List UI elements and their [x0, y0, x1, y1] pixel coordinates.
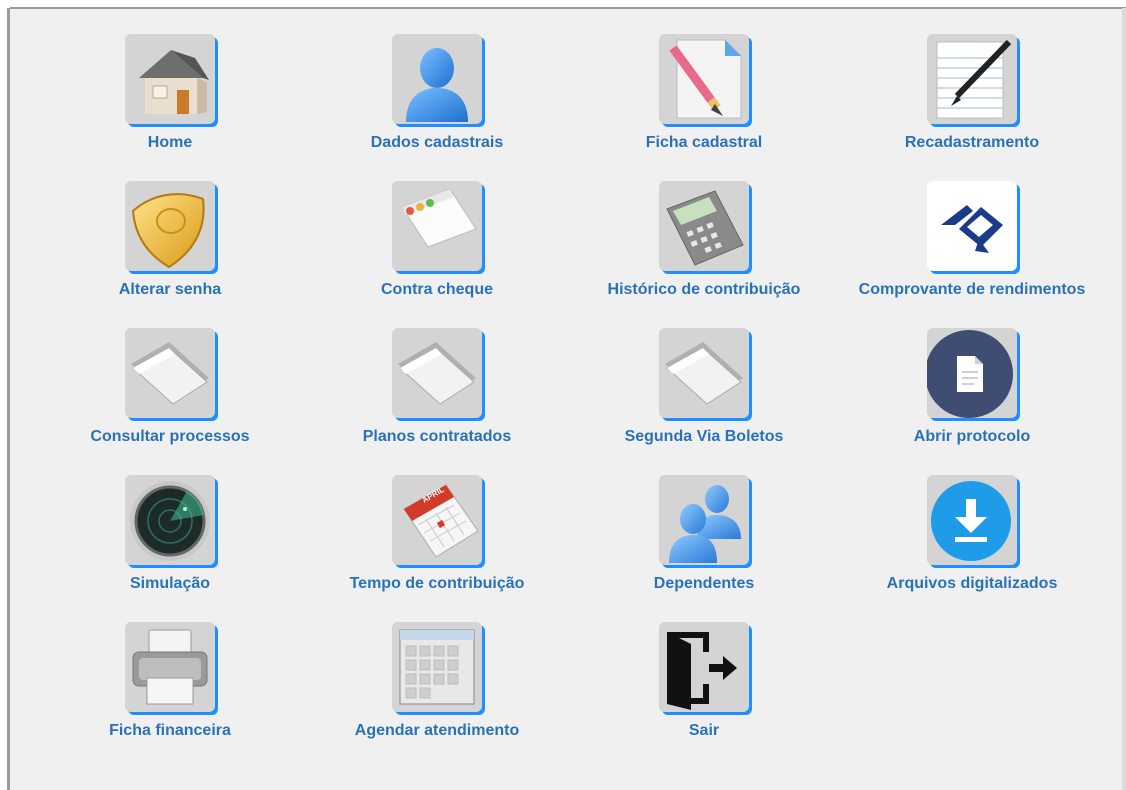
- menu-item-segunda-via-boletos[interactable]: Segunda Via Boletos: [574, 328, 834, 447]
- abrir-protocolo-label: Abrir protocolo: [913, 428, 1031, 445]
- folder-icon: [125, 328, 215, 418]
- ficha-financeira-label: Ficha financeira: [109, 722, 231, 739]
- window-top-border: [0, 0, 1126, 9]
- simulacao-label: Simulação: [129, 575, 211, 592]
- recadastramento-label: Recadastramento: [904, 134, 1040, 151]
- agendar-atendimento-label: Agendar atendimento: [354, 722, 520, 739]
- user-icon: [392, 34, 482, 124]
- menu-item-tempo-contribuicao[interactable]: APRIL Tempo de contribuição: [307, 475, 567, 594]
- shield-icon: [125, 181, 215, 271]
- document-icon: [927, 328, 1017, 418]
- download-icon: [927, 475, 1017, 565]
- receita-federal-icon: [927, 181, 1017, 271]
- window-icon: [392, 181, 482, 271]
- window-left-border: [0, 0, 10, 790]
- menu-item-dados-cadastrais[interactable]: Dados cadastrais: [307, 34, 567, 153]
- tempo-contribuicao-label: Tempo de contribuição: [349, 575, 525, 592]
- segunda-via-boletos-label: Segunda Via Boletos: [624, 428, 784, 445]
- menu-item-alterar-senha[interactable]: Alterar senha: [40, 181, 300, 300]
- historico-contribuicao-label: Histórico de contribuição: [607, 281, 801, 298]
- menu-item-arquivos-digitalizados[interactable]: Arquivos digitalizados: [842, 475, 1102, 594]
- edit-document-icon: [659, 34, 749, 124]
- menu-item-abrir-protocolo[interactable]: Abrir protocolo: [842, 328, 1102, 447]
- calculator-icon: [659, 181, 749, 271]
- printer-icon: [125, 622, 215, 712]
- dependentes-label: Dependentes: [653, 575, 755, 592]
- menu-item-ficha-cadastral[interactable]: Ficha cadastral: [574, 34, 834, 153]
- alterar-senha-label: Alterar senha: [118, 281, 222, 298]
- folder-icon: [392, 328, 482, 418]
- arquivos-digitalizados-label: Arquivos digitalizados: [886, 575, 1058, 592]
- planos-contratados-label: Planos contratados: [362, 428, 512, 445]
- menu-item-agendar-atendimento[interactable]: Agendar atendimento: [307, 622, 567, 741]
- menu-item-dependentes[interactable]: Dependentes: [574, 475, 834, 594]
- menu-item-simulacao[interactable]: Simulação: [40, 475, 300, 594]
- schedule-calendar-icon: [392, 622, 482, 712]
- home-icon: [125, 34, 215, 124]
- home-label: Home: [147, 134, 193, 151]
- users-icon: [659, 475, 749, 565]
- menu-item-recadastramento[interactable]: Recadastramento: [842, 34, 1102, 153]
- calendar-icon: APRIL: [392, 475, 482, 565]
- dados-cadastrais-label: Dados cadastrais: [370, 134, 504, 151]
- menu-item-consultar-processos[interactable]: Consultar processos: [40, 328, 300, 447]
- menu-item-sair[interactable]: Sair: [574, 622, 834, 741]
- menu-item-historico-contribuicao[interactable]: Histórico de contribuição: [574, 181, 834, 300]
- window-right-border: [1122, 8, 1126, 790]
- consultar-processos-label: Consultar processos: [90, 428, 250, 445]
- menu-item-home[interactable]: Home: [40, 34, 300, 153]
- radar-icon: [125, 475, 215, 565]
- menu-item-planos-contratados[interactable]: Planos contratados: [307, 328, 567, 447]
- ficha-cadastral-label: Ficha cadastral: [645, 134, 763, 151]
- folder-icon: [659, 328, 749, 418]
- menu-item-comprovante-rendimentos[interactable]: Comprovante de rendimentos: [842, 181, 1102, 300]
- sair-label: Sair: [688, 722, 720, 739]
- notepad-pen-icon: [927, 34, 1017, 124]
- menu-item-ficha-financeira[interactable]: Ficha financeira: [40, 622, 300, 741]
- comprovante-rendimentos-label: Comprovante de rendimentos: [858, 281, 1086, 298]
- contra-cheque-label: Contra cheque: [380, 281, 493, 298]
- menu-item-contra-cheque[interactable]: Contra cheque: [307, 181, 567, 300]
- menu-panel: Home Dados cadastrais Ficha cadastral Re…: [10, 10, 1122, 790]
- logout-icon: [659, 622, 749, 712]
